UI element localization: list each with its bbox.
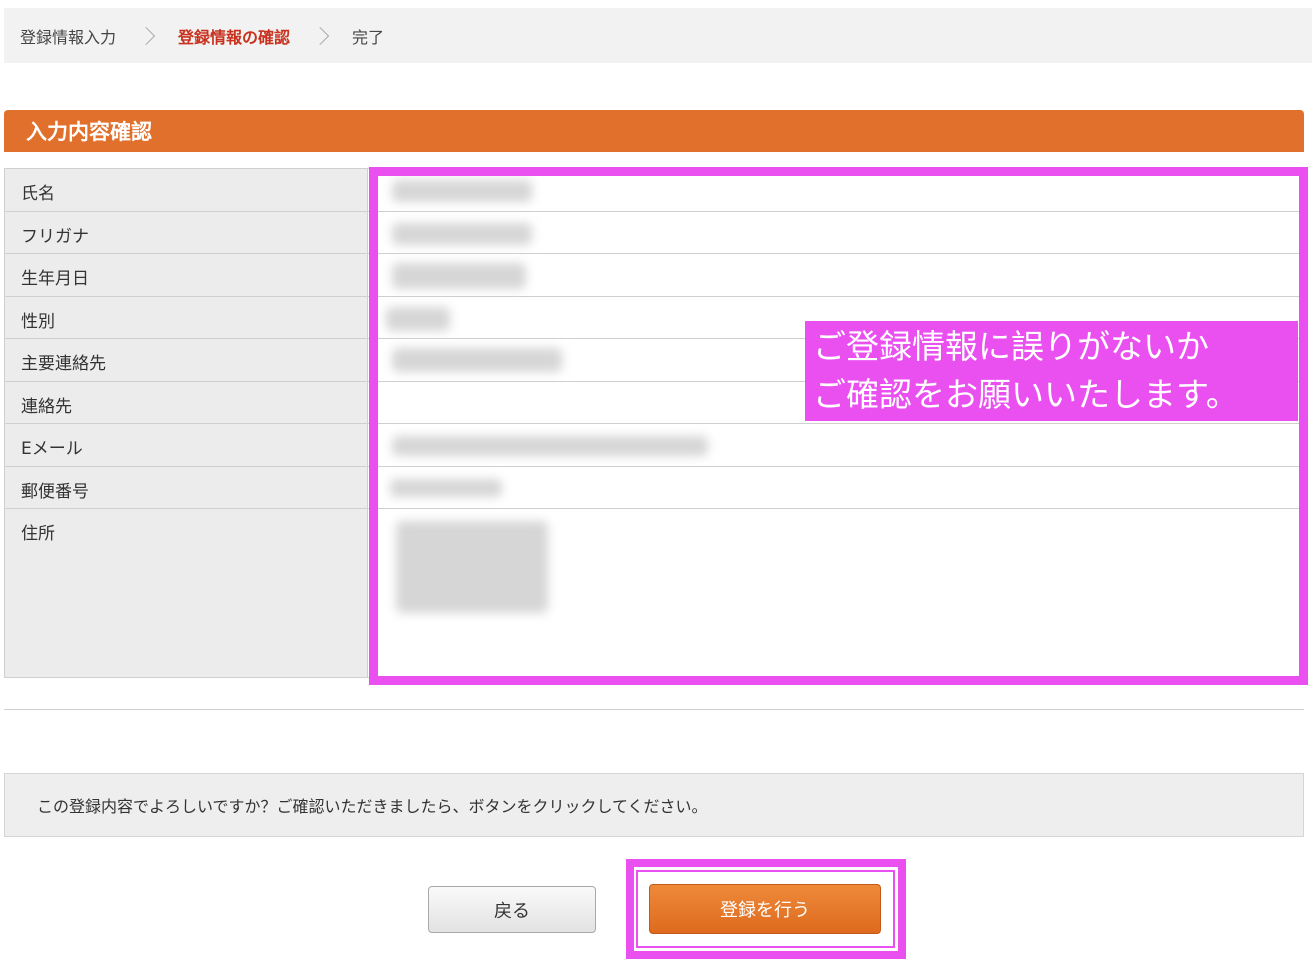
field-label: 性別 [4, 296, 368, 338]
field-value-redacted [368, 466, 1304, 508]
register-button[interactable]: 登録を行う [649, 884, 881, 934]
field-label: 連絡先 [4, 381, 368, 423]
field-value-redacted [368, 254, 1304, 296]
breadcrumb-step-complete: 完了 [352, 27, 385, 47]
field-value-redacted [368, 169, 1304, 211]
field-label: Eメール [4, 424, 368, 466]
table-row-postal-code: 郵便番号 [4, 466, 1304, 509]
back-button[interactable]: 戻る [428, 886, 596, 933]
field-value-redacted [368, 211, 1304, 253]
table-row-email: Eメール [4, 424, 1304, 467]
confirm-message: この登録内容でよろしいですか？ご確認いただきましたら、ボタンをクリックしてくださ… [4, 773, 1304, 837]
field-label: 郵便番号 [4, 466, 368, 508]
table-row-name: 氏名 [4, 169, 1304, 212]
breadcrumb-step-input: 登録情報入力 [20, 27, 117, 47]
section-title: 入力内容確認 [4, 110, 1304, 152]
breadcrumb: 登録情報入力 登録情報の確認 完了 [4, 8, 1312, 63]
field-label: 生年月日 [4, 254, 368, 296]
breadcrumb-step-confirm: 登録情報の確認 [178, 27, 291, 47]
table-row-birthdate: 生年月日 [4, 254, 1304, 297]
callout-line-1: ご登録情報に誤りがないか [813, 327, 1209, 366]
field-value-redacted [368, 509, 1304, 677]
field-label: 氏名 [4, 169, 368, 211]
chevron-right-icon [136, 26, 156, 45]
field-label: フリガナ [4, 211, 368, 253]
callout-line-2: ご確認をお願いいたします。 [813, 375, 1239, 414]
registration-confirm-page: 登録情報入力 登録情報の確認 完了 入力内容確認 氏名 フリガナ 生年月日 性別 [0, 0, 1314, 968]
callout-annotation: ご登録情報に誤りがないか ご確認をお願いいたします。 [805, 321, 1298, 421]
table-row-furigana: フリガナ [4, 211, 1304, 254]
info-table: 氏名 フリガナ 生年月日 性別 主要連絡先 連絡先 Eメール 郵便番号 住所 [4, 168, 1304, 678]
field-label: 主要連絡先 [4, 339, 368, 381]
field-label: 住所 [4, 509, 368, 677]
divider [4, 709, 1304, 710]
table-row-address: 住所 [4, 509, 1304, 678]
chevron-right-icon [310, 26, 330, 45]
field-value-redacted [368, 424, 1304, 466]
